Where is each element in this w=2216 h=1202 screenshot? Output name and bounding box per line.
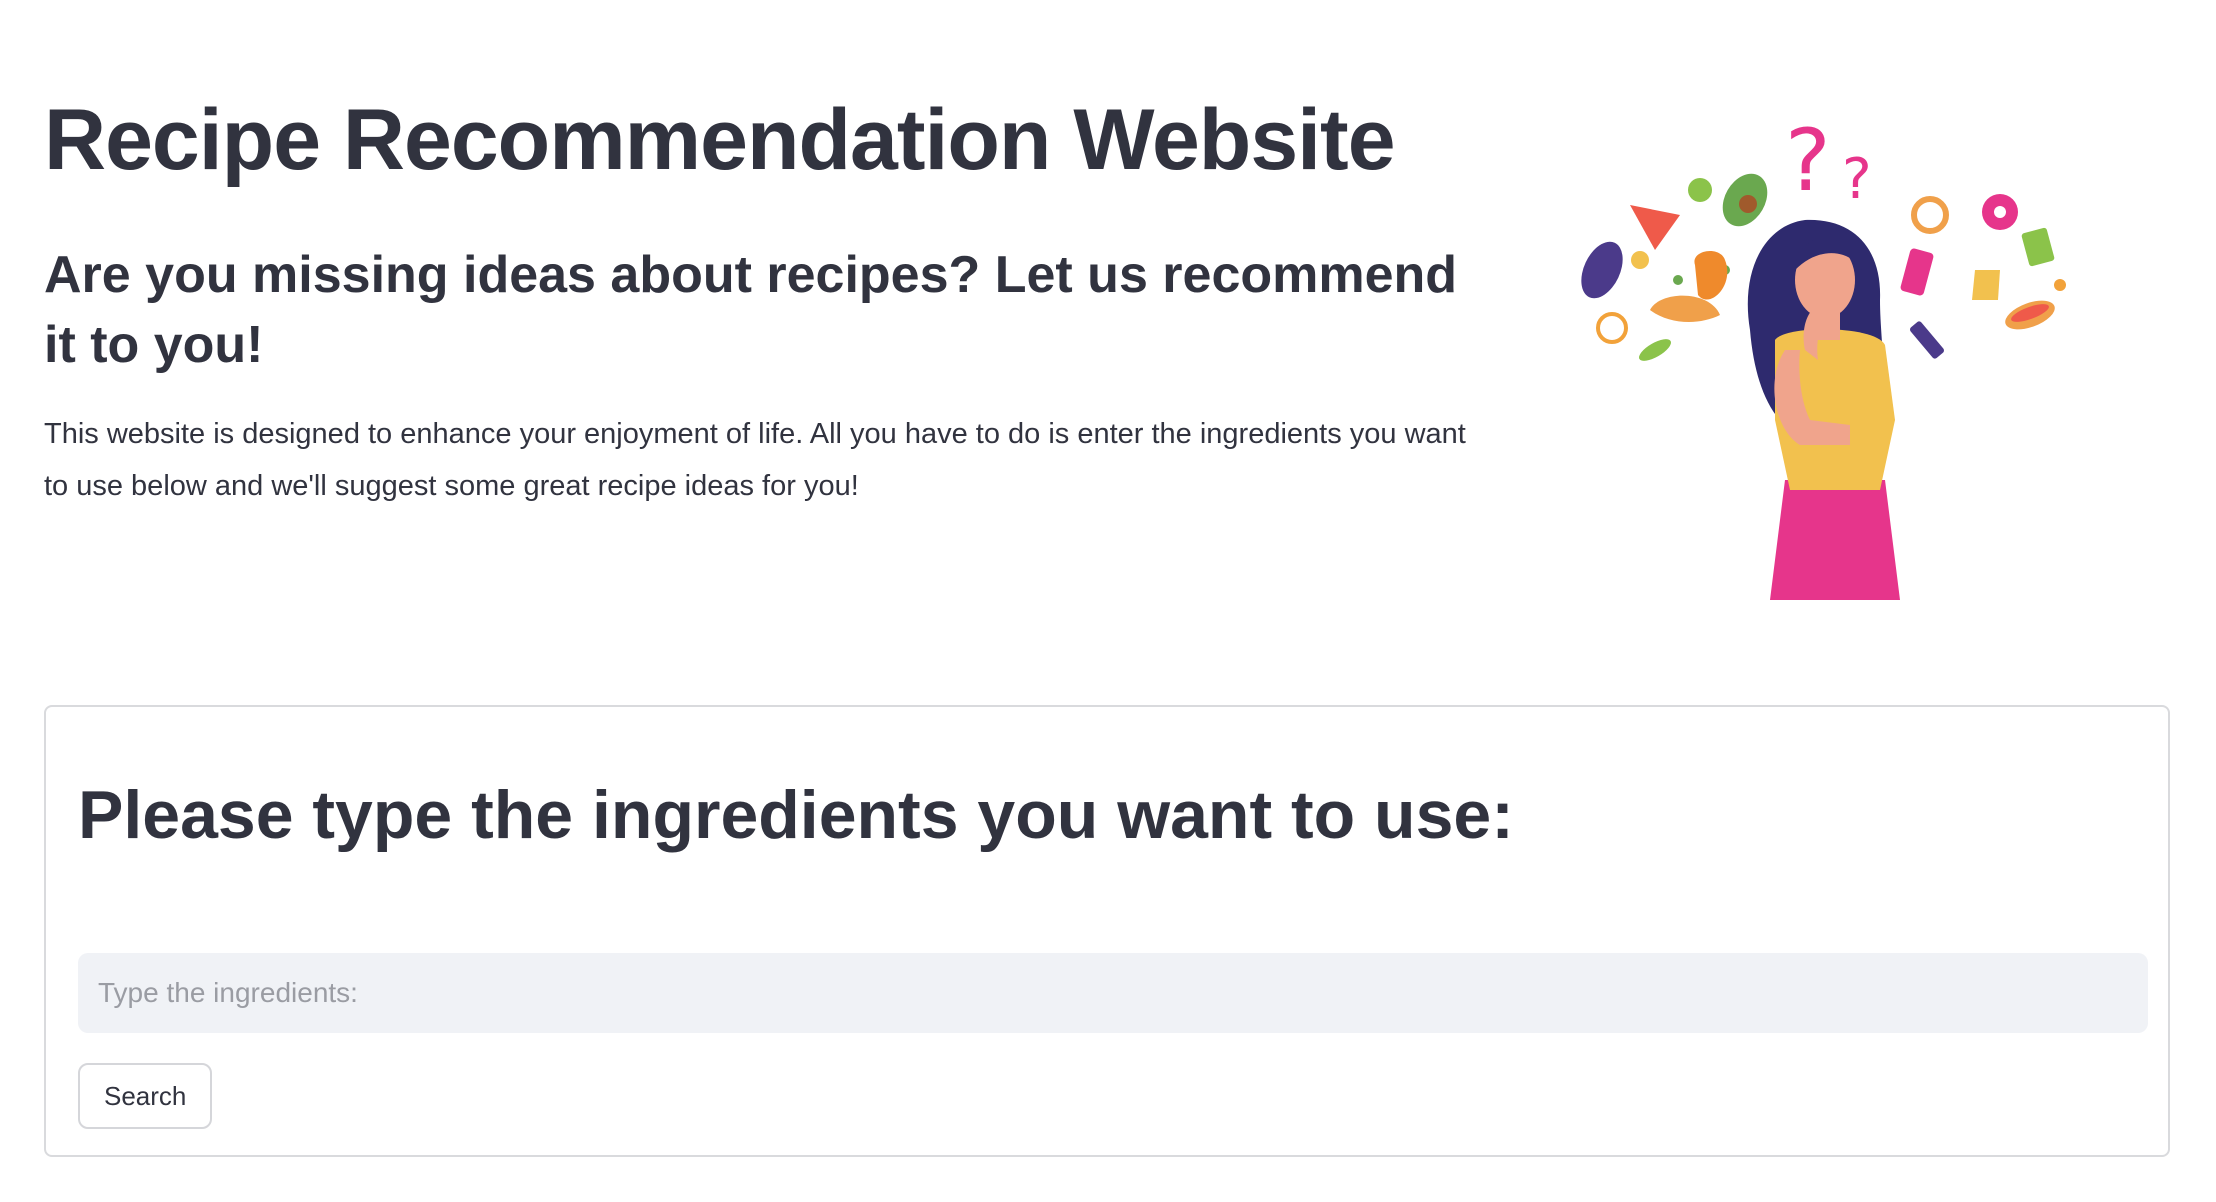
app-page: Recipe Recommendation Website Are you mi…: [0, 0, 2216, 1202]
search-button[interactable]: Search: [78, 1063, 213, 1129]
ingredients-form: Please type the ingredients you want to …: [44, 705, 2170, 1157]
intro-section: Recipe Recommendation Website Are you mi…: [44, 90, 1466, 502]
svg-text:?: ?: [1842, 147, 1872, 212]
woman-thinking-illustration: ? ?: [1560, 100, 2120, 600]
page-title: Recipe Recommendation Website: [44, 92, 1396, 188]
page-description: This website is designed to enhance your…: [44, 418, 1466, 502]
form-heading: Please type the ingredients you want to …: [78, 777, 1514, 853]
page-subtitle: Are you missing ideas about recipes? Let…: [44, 246, 1458, 374]
svg-text:?: ?: [1785, 111, 1831, 211]
ingredients-input[interactable]: [78, 953, 2148, 1033]
